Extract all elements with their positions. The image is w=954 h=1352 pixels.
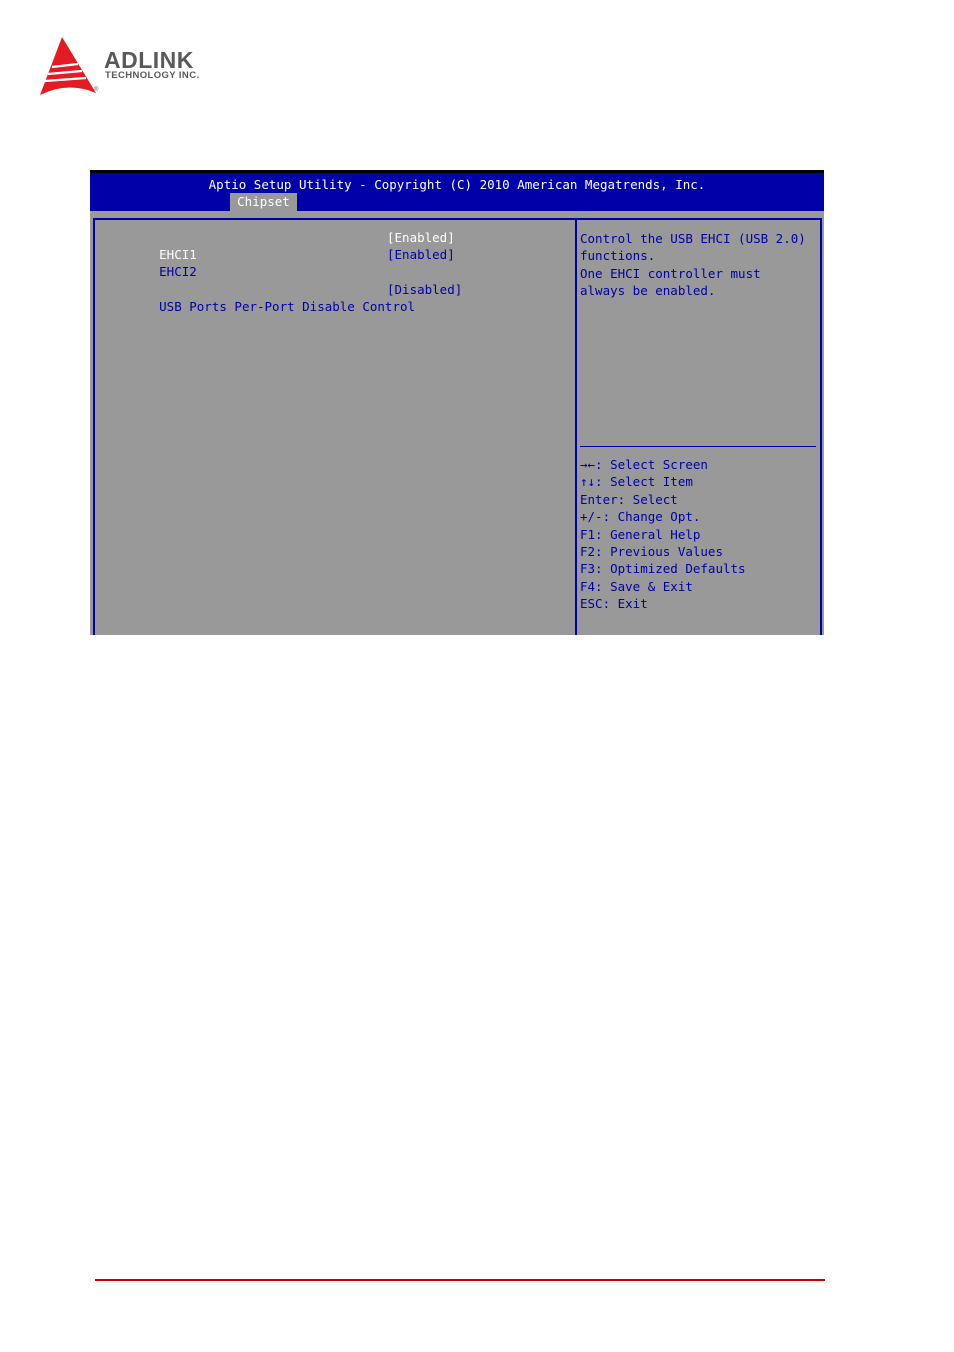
- bios-setup-screen: Aptio Setup Utility - Copyright (C) 2010…: [90, 170, 824, 635]
- help-line: always be enabled.: [580, 283, 716, 299]
- bios-header: Aptio Setup Utility - Copyright (C) 2010…: [90, 173, 824, 211]
- bios-title: Aptio Setup Utility - Copyright (C) 2010…: [208, 177, 706, 192]
- help-line: One EHCI controller must: [580, 265, 761, 281]
- key-legend: →←: Select Screen ↑↓: Select Item Enter:…: [580, 456, 746, 613]
- key-change-opt: +/-: Change Opt.: [580, 509, 701, 525]
- tab-chipset[interactable]: Chipset: [230, 193, 297, 211]
- setting-label: USB Ports Per-Port Disable Control: [159, 299, 416, 314]
- key-f1: F1: General Help: [580, 526, 701, 542]
- setting-label: EHCI2: [159, 264, 197, 279]
- settings-panel: EHCI1 [Enabled] EHCI2 [Enabled] USB Port…: [93, 218, 577, 635]
- key-f4: F4: Save & Exit: [580, 578, 693, 594]
- brand-name: ADLINK: [104, 47, 194, 73]
- item-help-text: Control the USB EHCI (USB 2.0) functions…: [580, 230, 806, 300]
- setting-row-ehci1[interactable]: EHCI1 [Enabled]: [114, 229, 455, 262]
- key-enter: Enter: Select: [580, 491, 678, 507]
- brand-subtitle: TECHNOLOGY INC.: [105, 70, 200, 81]
- adlink-triangle-icon: [40, 37, 96, 95]
- help-line: Control the USB EHCI (USB 2.0): [580, 231, 806, 246]
- key-select-item: ↑↓: Select Item: [580, 474, 693, 490]
- key-f2: F2: Previous Values: [580, 544, 723, 560]
- setting-row-usb-per-port-disable[interactable]: USB Ports Per-Port Disable Control [Disa…: [114, 281, 462, 314]
- key-esc: ESC: Exit: [580, 596, 648, 612]
- setting-value[interactable]: [Enabled]: [387, 246, 455, 263]
- key-f3: F3: Optimized Defaults: [580, 561, 746, 577]
- registered-mark: ®: [94, 87, 99, 93]
- footer-divider: [95, 1279, 825, 1281]
- help-line: functions.: [580, 248, 656, 264]
- help-divider: [580, 446, 816, 447]
- setting-value[interactable]: [Enabled]: [387, 229, 455, 246]
- setting-row-ehci2[interactable]: EHCI2 [Enabled]: [114, 246, 455, 279]
- key-select-screen: →←: Select Screen: [580, 457, 708, 472]
- adlink-logo: ® ADLINK TECHNOLOGY INC.: [38, 37, 238, 99]
- help-panel: Control the USB EHCI (USB 2.0) functions…: [577, 218, 822, 635]
- setting-value[interactable]: [Disabled]: [387, 281, 462, 298]
